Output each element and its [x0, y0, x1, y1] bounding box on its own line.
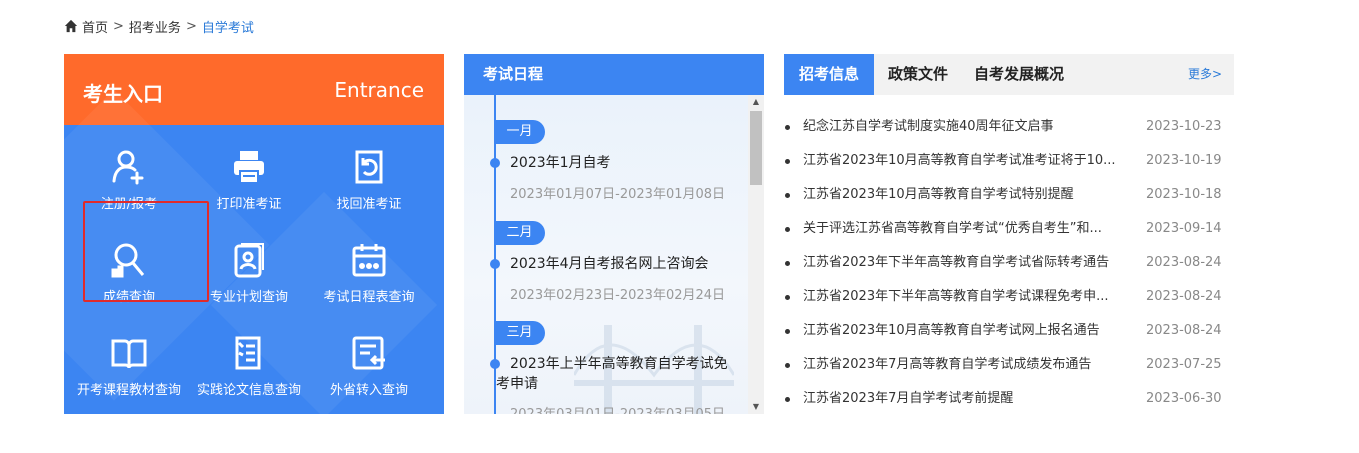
entrance-item-major-plan[interactable]: 专业计划查询: [194, 240, 304, 320]
news-date: 2023-10-19: [1146, 153, 1222, 168]
paper-list-icon: [235, 336, 261, 370]
timeline-dot: [490, 158, 500, 168]
list-item: 纪念江苏自学考试制度实施40周年征文启事 2023-10-23: [784, 110, 1234, 144]
entrance-title-en: Entrance: [334, 78, 424, 102]
entrance-item-print-ticket[interactable]: 打印准考证: [194, 147, 304, 227]
schedule-event-dates: 2023年03月01日-2023年03月05日: [510, 403, 725, 414]
bullet: [785, 261, 790, 266]
schedule-event-title[interactable]: 2023年1月自考: [510, 153, 746, 173]
month-label: 二月: [494, 221, 545, 245]
news-title-link[interactable]: 江苏省2023年10月高等教育自学考试网上报名通告: [803, 314, 1139, 348]
list-item: 江苏省2023年10月高等教育自学考试准考证将于10... 2023-10-19: [784, 144, 1234, 178]
news-tabs: 招考信息 政策文件 自考发展概况 更多>: [784, 54, 1234, 95]
profile-card-icon: [234, 243, 264, 278]
calendar-icon: [352, 244, 386, 277]
scrollbar-thumb[interactable]: [750, 111, 762, 185]
bullet: [785, 227, 790, 232]
entrance-item-practice-thesis[interactable]: 实践论文信息查询: [194, 333, 304, 413]
entrance-panel: 考生入口 Entrance 注册/报考 打印准考证 找回准考证 成绩查询 专业计…: [64, 54, 444, 414]
bullet: [785, 397, 790, 402]
bullet: [785, 125, 790, 130]
news-date: 2023-08-24: [1146, 323, 1222, 338]
entrance-item-label: 开考课程教材查询: [76, 383, 181, 398]
entrance-item-label: 实践论文信息查询: [196, 383, 301, 398]
news-date: 2023-07-25: [1146, 357, 1222, 372]
bullet: [785, 295, 790, 300]
news-title-link[interactable]: 江苏省2023年7月自学考试考前提醒: [803, 382, 1139, 416]
breadcrumb-separator: >: [113, 18, 124, 34]
entrance-item-label: 找回准考证: [336, 197, 402, 212]
news-title-link[interactable]: 江苏省2023年下半年高等教育自学考试课程免考申...: [803, 280, 1139, 314]
entrance-item-retrieve-ticket[interactable]: 找回准考证: [314, 147, 424, 227]
breadcrumb: 首页 > 招考业务 > 自学考试: [64, 16, 254, 36]
news-list: 纪念江苏自学考试制度实施40周年征文启事 2023-10-23 江苏省2023年1…: [784, 110, 1234, 416]
news-date: 2023-06-30: [1146, 391, 1222, 406]
tab-development-overview[interactable]: 自考发展概况: [966, 54, 1072, 95]
scroll-down-arrow-icon[interactable]: ▼: [748, 400, 764, 414]
news-panel: 招考信息 政策文件 自考发展概况 更多> 纪念江苏自学考试制度实施40周年征文启…: [784, 54, 1234, 414]
entrance-grid: 注册/报考 打印准考证 找回准考证 成绩查询 专业计划查询 考试日程表查询 开考…: [64, 89, 444, 414]
list-item: 江苏省2023年10月高等教育自学考试网上报名通告 2023-08-24: [784, 314, 1234, 348]
bullet: [785, 193, 790, 198]
news-title-link[interactable]: 江苏省2023年7月高等教育自学考试成绩发布通告: [803, 348, 1139, 382]
entrance-item-transfer-in[interactable]: 外省转入查询: [314, 333, 424, 413]
schedule-panel: 考试日程 一月 2023年1月自考 2023年01月07日-2023年01月08…: [464, 54, 764, 414]
news-date: 2023-10-18: [1146, 187, 1222, 202]
entrance-item-label: 考试日程表查询: [323, 290, 415, 305]
schedule-event-dates: 2023年02月23日-2023年02月24日: [510, 288, 726, 303]
timeline-dot: [490, 259, 500, 269]
schedule-title: 考试日程: [464, 54, 764, 95]
list-item: 江苏省2023年7月自学考试考前提醒 2023-06-30: [784, 382, 1234, 416]
news-date: 2023-08-24: [1146, 289, 1222, 304]
news-date: 2023-08-24: [1146, 255, 1222, 270]
user-add-icon: [112, 150, 144, 185]
entrance-item-label: 外省转入查询: [329, 383, 408, 398]
selection-highlight: [83, 201, 209, 302]
printer-icon: [234, 151, 264, 184]
scroll-up-arrow-icon[interactable]: ▲: [748, 95, 764, 109]
breadcrumb-separator: >: [185, 18, 197, 34]
bullet: [785, 159, 790, 164]
news-date: 2023-10-23: [1146, 119, 1222, 134]
more-link[interactable]: 更多>: [1188, 54, 1222, 95]
news-title-link[interactable]: 纪念江苏自学考试制度实施40周年征文启事: [803, 110, 1139, 144]
list-item: 江苏省2023年下半年高等教育自学考试课程免考申... 2023-08-24: [784, 280, 1234, 314]
list-item: 关于评选江苏省高等教育自学考试“优秀自考生”和... 2023-09-14: [784, 212, 1234, 246]
news-title-link[interactable]: 江苏省2023年下半年高等教育自学考试省际转考通告: [803, 246, 1139, 280]
home-icon: [64, 19, 78, 33]
entrance-item-label: 专业计划查询: [209, 290, 288, 305]
month-label: 三月: [494, 321, 545, 345]
news-title-link[interactable]: 关于评选江苏省高等教育自学考试“优秀自考生”和...: [803, 212, 1139, 246]
book-icon: [111, 339, 147, 369]
retrieve-document-icon: [355, 150, 383, 184]
entrance-item-exam-calendar[interactable]: 考试日程表查询: [314, 240, 424, 320]
schedule-timeline: 一月 2023年1月自考 2023年01月07日-2023年01月08日 二月 …: [464, 95, 748, 414]
breadcrumb-section-link[interactable]: 招考业务: [129, 17, 181, 36]
bullet: [785, 363, 790, 368]
list-item: 江苏省2023年7月高等教育自学考试成绩发布通告 2023-07-25: [784, 348, 1234, 382]
tab-admission-info[interactable]: 招考信息: [784, 54, 874, 95]
schedule-event-title[interactable]: 2023年上半年高等教育自学考试免考申请: [496, 354, 732, 394]
breadcrumb-current: 自学考试: [201, 20, 254, 36]
schedule-event-dates: 2023年01月07日-2023年01月08日: [510, 187, 726, 202]
schedule-event-title[interactable]: 2023年4月自考报名网上咨询会: [510, 254, 746, 274]
list-item: 江苏省2023年下半年高等教育自学考试省际转考通告 2023-08-24: [784, 246, 1234, 280]
news-title-link[interactable]: 江苏省2023年10月高等教育自学考试准考证将于10...: [803, 144, 1139, 178]
tab-policy-documents[interactable]: 政策文件: [874, 54, 962, 95]
month-label: 一月: [494, 120, 545, 144]
bullet: [785, 329, 790, 334]
list-item: 江苏省2023年10月高等教育自学考试特别提醒 2023-10-18: [784, 178, 1234, 212]
entrance-item-course-textbook[interactable]: 开考课程教材查询: [74, 333, 184, 413]
transfer-icon: [352, 336, 385, 370]
news-title-link[interactable]: 江苏省2023年10月高等教育自学考试特别提醒: [803, 178, 1139, 212]
breadcrumb-home-link[interactable]: 首页: [82, 17, 108, 36]
news-date: 2023-09-14: [1146, 221, 1222, 236]
schedule-scrollbar[interactable]: ▲ ▼: [748, 95, 764, 414]
entrance-item-label: 打印准考证: [216, 197, 282, 212]
